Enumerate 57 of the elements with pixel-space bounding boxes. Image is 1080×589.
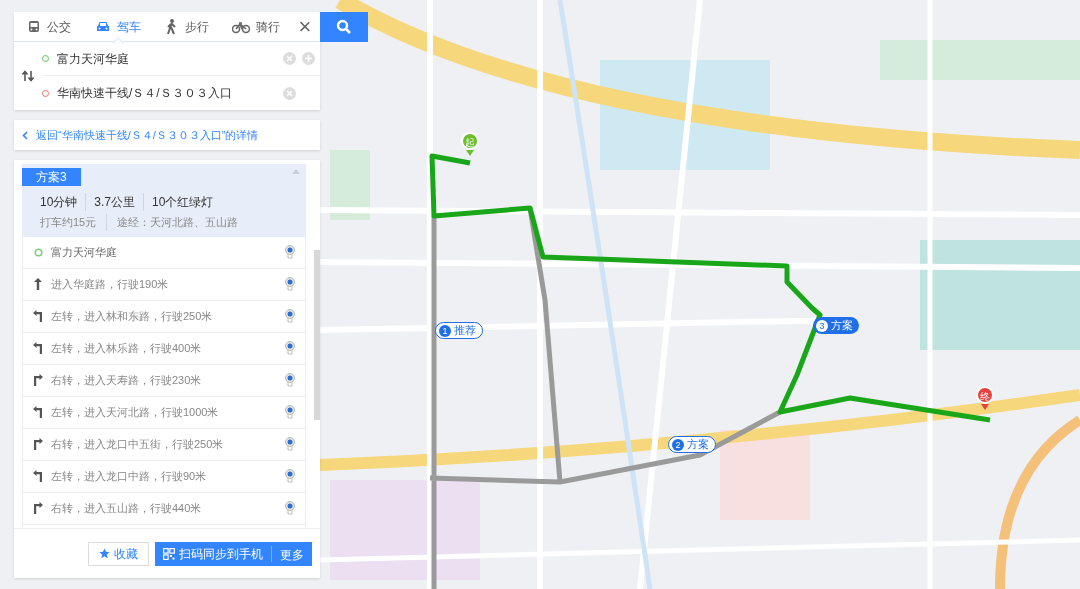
- address-field[interactable]: 富力天河华庭: [57, 49, 279, 68]
- qr-code-icon: [163, 547, 175, 560]
- location-pin-icon[interactable]: [285, 437, 295, 451]
- location-pin-icon[interactable]: [285, 309, 295, 323]
- arrow-up-icon: [33, 278, 43, 290]
- location-pin-icon[interactable]: [285, 405, 295, 419]
- search-button[interactable]: [320, 12, 368, 42]
- route-stat: 3.7公里: [85, 193, 136, 211]
- location-pin-icon[interactable]: [285, 341, 295, 355]
- location-pin-icon[interactable]: [285, 469, 295, 483]
- car-icon: [94, 19, 111, 34]
- location-pin-icon[interactable]: [285, 501, 295, 515]
- start-point-icon: [33, 247, 43, 257]
- route-step: 进入华庭路，行驶190米: [51, 275, 277, 293]
- route-step: 左转，进入天河北路，行驶1000米: [51, 403, 277, 421]
- turn-left-icon: [33, 470, 43, 482]
- mode-tab[interactable]: 骑行: [221, 12, 290, 41]
- route-detail: 途经：天河北路、五山路: [106, 214, 239, 231]
- mode-tab[interactable]: 驾车: [83, 12, 152, 41]
- route-step: 左转，进入林和东路，行驶250米: [51, 307, 277, 325]
- search-icon: [336, 19, 352, 35]
- address-field[interactable]: 华南快速干线/Ｓ４/Ｓ３０３入口: [57, 84, 279, 102]
- location-pin-icon[interactable]: [285, 245, 295, 259]
- plan-label: 方案3: [22, 168, 81, 186]
- route-line[interactable]: [429, 153, 991, 423]
- route-step: 右转，进入天寿路，行驶230米: [51, 371, 277, 389]
- turn-left-icon: [33, 342, 43, 354]
- turn-left-icon: [33, 310, 43, 322]
- route-step: 右转，进入龙口中五街，行驶250米: [51, 435, 277, 453]
- route-label[interactable]: 3 方案: [813, 317, 859, 334]
- close-button[interactable]: ×: [290, 12, 320, 41]
- route-stat: 10分钟: [40, 194, 78, 211]
- location-pin-icon[interactable]: [285, 373, 295, 387]
- swap-icon[interactable]: [22, 70, 34, 82]
- route-detail: 打车约15元: [40, 215, 97, 230]
- route-step: 右转，进入五山路，行驶440米: [51, 499, 277, 517]
- scrollbar[interactable]: [314, 250, 320, 420]
- sync-to-phone-button[interactable]: 扫码同步到手机: [155, 541, 271, 566]
- favorite-button[interactable]: 收藏: [88, 541, 149, 566]
- bus-icon: [26, 19, 41, 34]
- route-stat: 10个红绿灯: [143, 193, 214, 211]
- turn-left-icon: [33, 406, 43, 418]
- turn-right-icon: [33, 374, 43, 386]
- mode-tab[interactable]: 公交: [14, 12, 83, 41]
- route-label[interactable]: 1 推荐: [435, 322, 483, 339]
- bicycle-icon: [231, 19, 250, 34]
- turn-right-icon: [33, 438, 43, 450]
- route-label[interactable]: 2 方案: [668, 436, 716, 453]
- star-icon: [99, 548, 110, 559]
- route-step: 左转，进入林乐路，行驶400米: [51, 339, 277, 357]
- route-step: 左转，进入龙口中路，行驶90米: [51, 467, 277, 485]
- location-pin-icon[interactable]: [285, 277, 295, 291]
- mode-tab[interactable]: 步行: [152, 12, 221, 41]
- chevron-left-icon: [22, 130, 28, 140]
- more-button[interactable]: 更多: [271, 545, 312, 562]
- turn-right-icon: [33, 502, 43, 514]
- route-step: 富力天河华庭: [51, 243, 277, 261]
